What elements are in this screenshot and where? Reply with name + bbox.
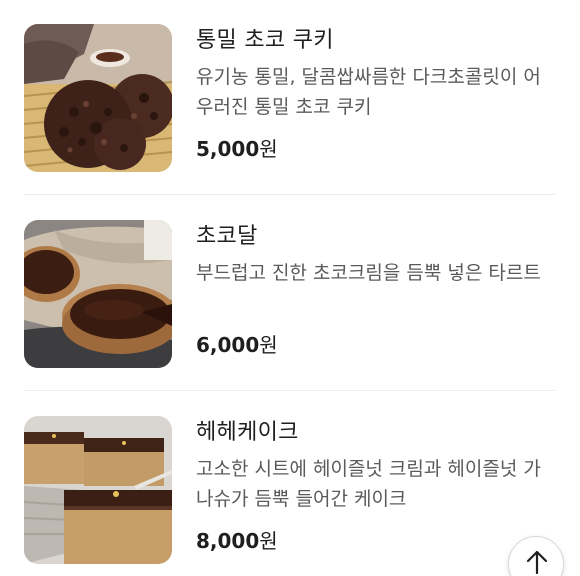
price-currency: 원 (259, 137, 278, 161)
divider (24, 390, 556, 391)
menu-item-description: 부드럽고 진한 초코크림을 듬뿍 넣은 타르트 (196, 262, 541, 284)
menu-item[interactable]: 헤헤케이크 고소한 시트에 헤이즐넛 크림과 헤이즐넛 가나슈가 듬뿍 들어간 … (0, 392, 580, 576)
divider (24, 194, 556, 195)
menu-item-info: 초코달 부드럽고 진한 초코크림을 듬뿍 넣은 타르트 (196, 222, 556, 288)
menu-item-description: 유기농 통밀, 달콤쌉싸름한 다크초콜릿이 어우러진 통밀 초코 쿠키 (196, 66, 541, 118)
arrow-up-icon (526, 550, 548, 575)
price-currency: 원 (259, 529, 278, 553)
chocolate-tart-photo (24, 220, 172, 368)
menu-item[interactable]: 통밀 초코 쿠키 유기농 통밀, 달콤쌉싸름한 다크초콜릿이 어우러진 통밀 초… (0, 0, 580, 196)
menu-item-name: 헤헤케이크 (196, 420, 299, 445)
menu-list: 통밀 초코 쿠키 유기농 통밀, 달콤쌉싸름한 다크초콜릿이 어우러진 통밀 초… (0, 0, 580, 576)
menu-item-info: 통밀 초코 쿠키 유기농 통밀, 달콤쌉싸름한 다크초콜릿이 어우러진 통밀 초… (196, 26, 556, 122)
hazelnut-cake-photo (24, 416, 172, 564)
menu-item-price: 6,000원 (196, 330, 278, 360)
menu-item[interactable]: 초코달 부드럽고 진한 초코크림을 듬뿍 넣은 타르트 6,000원 (0, 196, 580, 392)
price-currency: 원 (259, 333, 278, 357)
menu-item-info: 헤헤케이크 고소한 시트에 헤이즐넛 크림과 헤이즐넛 가나슈가 듬뿍 들어간 … (196, 418, 556, 514)
menu-item-price: 5,000원 (196, 134, 278, 164)
menu-item-description: 고소한 시트에 헤이즐넛 크림과 헤이즐넛 가나슈가 듬뿍 들어간 케이크 (196, 458, 541, 510)
menu-item-name: 초코달 (196, 224, 258, 249)
menu-item-name: 통밀 초코 쿠키 (196, 28, 334, 53)
price-value: 8,000 (196, 529, 260, 553)
price-value: 6,000 (196, 333, 260, 357)
chocolate-cookie-photo (24, 24, 172, 172)
price-value: 5,000 (196, 137, 260, 161)
menu-item-price: 8,000원 (196, 526, 278, 556)
